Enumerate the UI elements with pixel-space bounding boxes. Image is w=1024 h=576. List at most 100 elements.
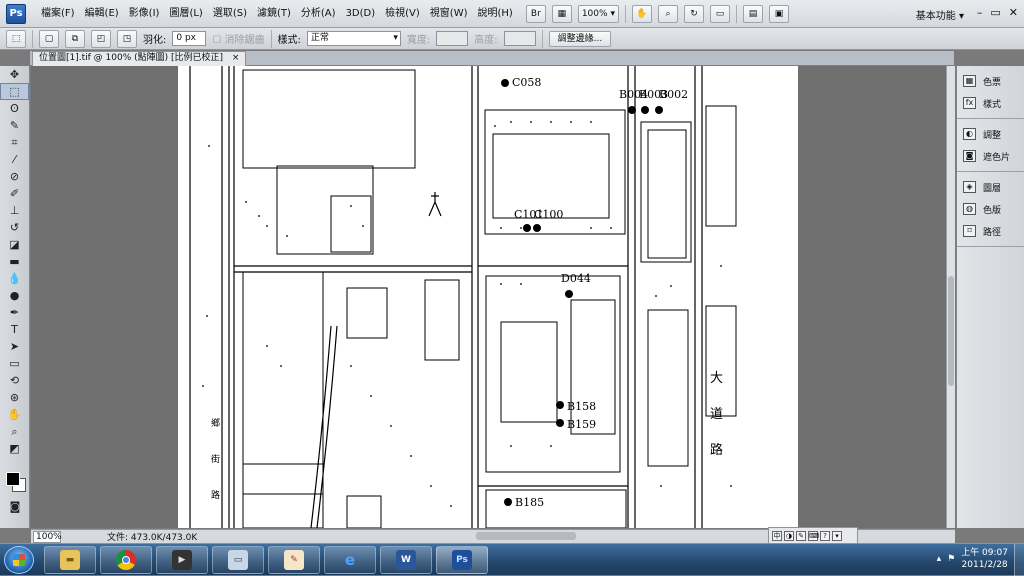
- menu-filter[interactable]: 濾鏡(T): [252, 0, 296, 28]
- hand-tool[interactable]: ✋: [0, 406, 29, 423]
- paths-icon: ⌑: [963, 225, 976, 237]
- eraser-tool[interactable]: ◪: [0, 236, 29, 253]
- map-label-b002: B002: [659, 88, 688, 101]
- maximize-button[interactable]: ▭: [990, 6, 1000, 19]
- panel-layers[interactable]: ◈ 圖層: [957, 176, 1024, 198]
- quick-mask-button[interactable]: ◙: [0, 498, 30, 515]
- taskbar-media[interactable]: ▶: [156, 546, 208, 574]
- gradient-tool[interactable]: ▬: [0, 253, 29, 270]
- close-button[interactable]: ✕: [1009, 6, 1018, 19]
- quick-mask-icon: ◙: [9, 500, 21, 513]
- taskbar-scanner[interactable]: ▭: [212, 546, 264, 574]
- clock-time: 上午 09:07: [961, 548, 1008, 558]
- document-tab[interactable]: 位置圖[1].tif @ 100% (點陣圖) [比例已校正] ×: [32, 51, 247, 66]
- path-selection-tool[interactable]: ➤: [0, 338, 29, 355]
- intersect-selection-button[interactable]: ◳: [117, 29, 137, 48]
- bridge-button[interactable]: Br: [525, 4, 546, 23]
- tool-preset-picker[interactable]: ⬚: [6, 29, 26, 48]
- menu-layer[interactable]: 圖層(L): [164, 0, 207, 28]
- marquee-tool[interactable]: ⬚: [0, 83, 29, 100]
- start-button[interactable]: [4, 546, 34, 574]
- taskbar-paint[interactable]: ✎: [268, 546, 320, 574]
- menu-select[interactable]: 選取(S): [208, 0, 252, 28]
- ime-chinese-icon: 中: [772, 531, 782, 541]
- crop-tool[interactable]: ⌗: [0, 134, 29, 151]
- refine-edge-button[interactable]: 調整邊緣...: [548, 30, 612, 47]
- hand-tool-button[interactable]: ✋: [631, 4, 652, 23]
- status-zoom-field[interactable]: 100%: [33, 530, 62, 543]
- horizontal-scroll-thumb[interactable]: [476, 532, 576, 540]
- taskbar-word[interactable]: W: [380, 546, 432, 574]
- zoom-tool-button[interactable]: ⌕: [657, 4, 678, 23]
- paper-background: [178, 66, 798, 528]
- canvas-area[interactable]: C058 B004 B003 B002 C101 C100 D044 B158 …: [31, 66, 946, 528]
- new-selection-button[interactable]: ▢: [39, 29, 59, 48]
- menu-help[interactable]: 說明(H): [473, 0, 518, 28]
- taskbar-explorer[interactable]: ▬: [44, 546, 96, 574]
- height-input[interactable]: [503, 31, 536, 46]
- taskbar-chrome[interactable]: [100, 546, 152, 574]
- ime-keyboard-icon: ⌨: [808, 531, 820, 541]
- foreground-color-swatch[interactable]: [6, 472, 20, 486]
- rotate-view-button[interactable]: ↻: [683, 4, 704, 23]
- feather-input[interactable]: 0 px: [172, 31, 207, 46]
- menu-analysis[interactable]: 分析(A): [296, 0, 341, 28]
- panel-channels[interactable]: ◍ 色版: [957, 198, 1024, 220]
- menu-3d[interactable]: 3D(D): [341, 0, 381, 28]
- add-selection-button[interactable]: ⧉: [65, 29, 85, 48]
- system-clock[interactable]: 上午 09:07 2011/2/28: [961, 547, 1008, 571]
- minimize-button[interactable]: –: [977, 6, 983, 19]
- network-icon[interactable]: ⚑: [947, 554, 955, 564]
- map-label-b158: B158: [567, 400, 596, 413]
- brush-tool[interactable]: ✐: [0, 185, 29, 202]
- panel-styles[interactable]: fx 樣式: [957, 92, 1024, 114]
- antialias-checkbox[interactable]: ☐ 消除鋸齒: [212, 31, 264, 46]
- menu-window[interactable]: 視窗(W): [425, 0, 473, 28]
- subtract-selection-button[interactable]: ◰: [91, 29, 111, 48]
- panel-swatches[interactable]: ▦ 色票: [957, 70, 1024, 92]
- ruler-tool-button[interactable]: ▭: [709, 4, 730, 23]
- taskbar-photoshop[interactable]: Ps: [436, 546, 488, 574]
- vertical-scrollbar[interactable]: [946, 66, 955, 528]
- default-colors-button[interactable]: ◩: [0, 440, 29, 457]
- dodge-tool[interactable]: ●: [0, 287, 29, 304]
- panel-adjustments[interactable]: ◐ 調整: [957, 123, 1024, 145]
- style-select[interactable]: 正常: [306, 31, 401, 46]
- type-tool[interactable]: T: [0, 321, 29, 338]
- pen-tool[interactable]: ✒: [0, 304, 29, 321]
- quick-selection-icon: ✎: [9, 119, 20, 132]
- zoom-tool[interactable]: ⌕: [0, 423, 29, 440]
- quick-selection-tool[interactable]: ✎: [0, 117, 29, 134]
- ime-help-icon: ?: [820, 531, 830, 541]
- lasso-tool[interactable]: ʘ: [0, 100, 29, 117]
- menu-view[interactable]: 檢視(V): [380, 0, 425, 28]
- close-tab-icon[interactable]: ×: [232, 53, 240, 63]
- screen-mode-button[interactable]: ▣: [768, 4, 789, 23]
- 3d-rotate-tool[interactable]: ⟲: [0, 372, 29, 389]
- street-label-2: 道: [710, 407, 723, 422]
- tray-chevron-icon[interactable]: ▴: [937, 554, 942, 564]
- screen-mode-icon: ▣: [774, 8, 784, 19]
- menu-image[interactable]: 影像(I): [124, 0, 165, 28]
- width-input[interactable]: [436, 31, 469, 46]
- workspace-switcher[interactable]: 基本功能 ▾: [916, 7, 964, 22]
- panel-paths[interactable]: ⌑ 路徑: [957, 220, 1024, 242]
- view-extras-button[interactable]: ▦: [551, 4, 572, 23]
- 3d-orbit-tool[interactable]: ⊛: [0, 389, 29, 406]
- photoshop-logo-icon[interactable]: Ps: [6, 3, 26, 24]
- taskbar-ie[interactable]: e: [324, 546, 376, 574]
- zoom-level-select[interactable]: 100% ▾: [577, 4, 619, 23]
- history-brush-tool[interactable]: ↺: [0, 219, 29, 236]
- panel-masks[interactable]: ◙ 遮色片: [957, 145, 1024, 167]
- blur-tool[interactable]: 💧: [0, 270, 29, 287]
- move-tool[interactable]: ✥: [0, 66, 29, 83]
- menu-edit[interactable]: 編輯(E): [80, 0, 124, 28]
- vertical-scroll-thumb[interactable]: [948, 276, 954, 386]
- menu-file[interactable]: 檔案(F): [36, 0, 80, 28]
- show-desktop-button[interactable]: [1014, 544, 1024, 576]
- shape-tool[interactable]: ▭: [0, 355, 29, 372]
- eyedropper-tool[interactable]: ⁄: [0, 151, 29, 168]
- arrange-documents-button[interactable]: ▤: [742, 4, 763, 23]
- healing-brush-tool[interactable]: ⊘: [0, 168, 29, 185]
- clone-stamp-tool[interactable]: ⊥: [0, 202, 29, 219]
